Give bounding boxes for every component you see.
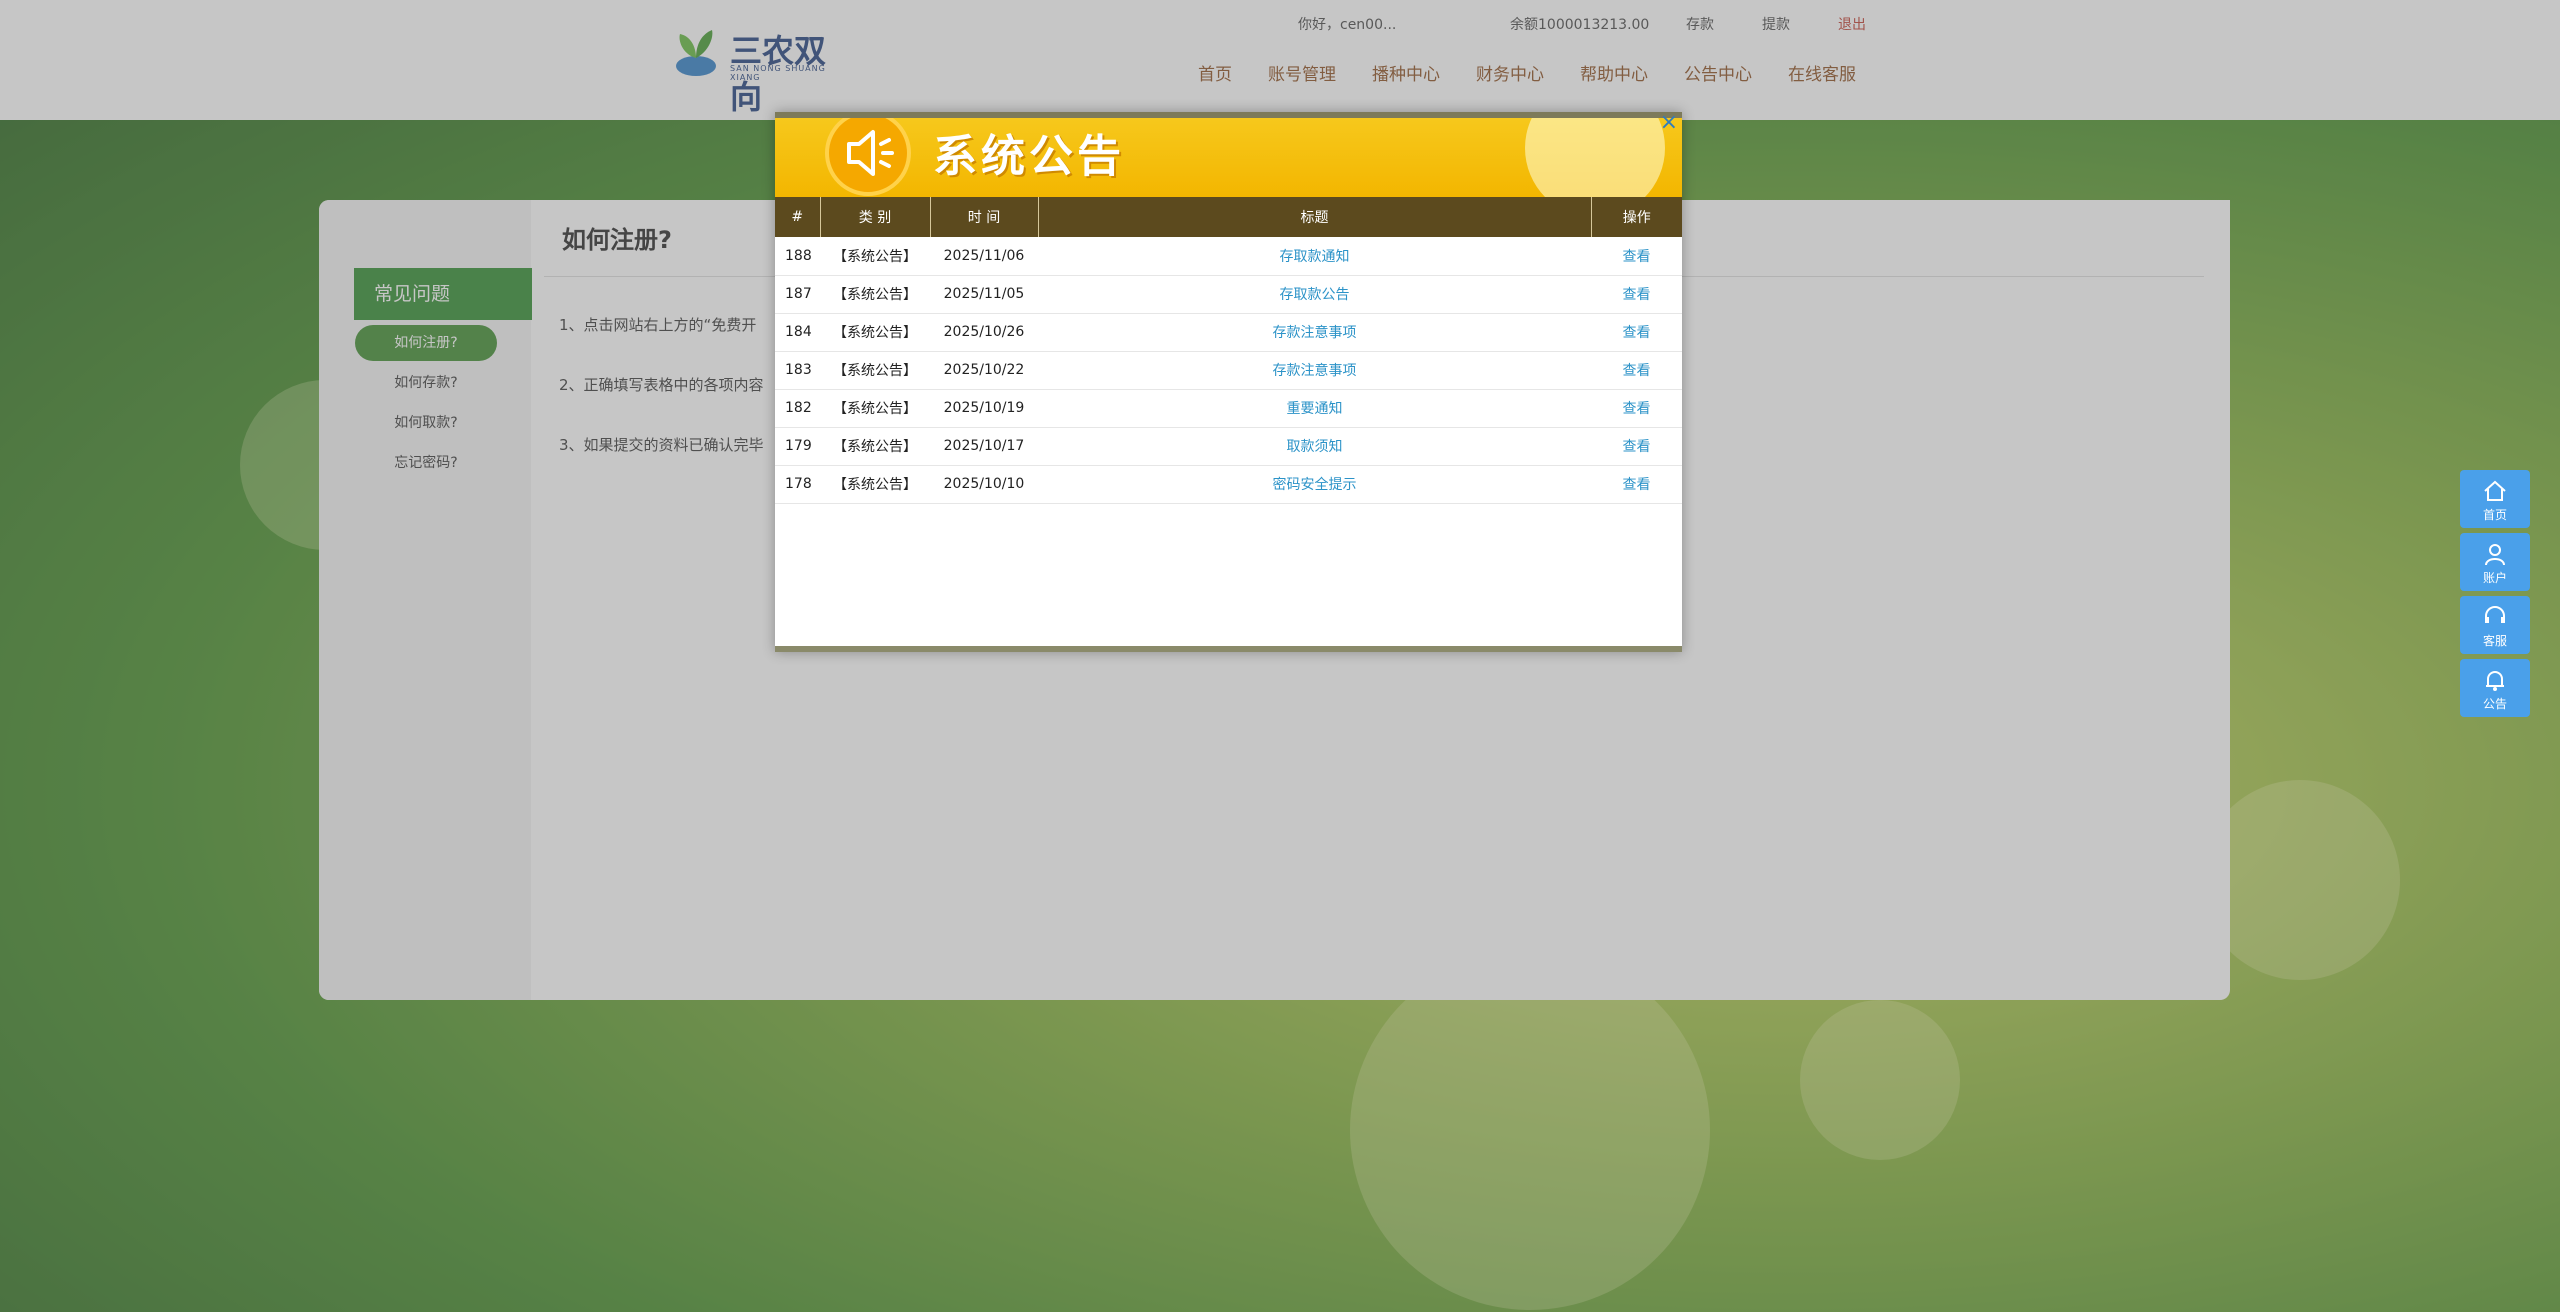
row-id: 184 <box>775 313 820 352</box>
row-title-link[interactable]: 存款注意事项 <box>1038 313 1591 352</box>
row-id: 178 <box>775 465 820 504</box>
float-home-button[interactable]: 首页 <box>2460 470 2530 528</box>
float-account-button[interactable]: 账户 <box>2460 533 2530 591</box>
row-type: 【系统公告】 <box>820 427 930 466</box>
table-row: 187 【系统公告】 2025/11/05 存取款公告 查看 <box>775 275 1682 314</box>
row-date: 2025/11/06 <box>930 237 1038 276</box>
row-type: 【系统公告】 <box>820 275 930 314</box>
float-home-label: 首页 <box>2482 508 2507 522</box>
row-date: 2025/10/19 <box>930 389 1038 428</box>
row-title-link[interactable]: 重要通知 <box>1038 389 1591 428</box>
table-row: 188 【系统公告】 2025/11/06 存取款通知 查看 <box>775 237 1682 276</box>
modal-bottom-bar <box>775 646 1682 652</box>
table-row: 183 【系统公告】 2025/10/22 存款注意事项 查看 <box>775 351 1682 390</box>
banner-decoration <box>1525 118 1665 197</box>
row-view-link[interactable]: 查看 <box>1591 389 1682 428</box>
table-header-row: # 类 别 时 间 标题 操作 <box>775 197 1682 237</box>
row-view-link[interactable]: 查看 <box>1591 313 1682 352</box>
float-support-label: 客服 <box>2482 634 2507 648</box>
headset-icon <box>2485 606 2505 623</box>
row-view-link[interactable]: 查看 <box>1591 275 1682 314</box>
row-id: 187 <box>775 275 820 314</box>
row-title-link[interactable]: 存取款通知 <box>1038 237 1591 276</box>
bell-icon <box>2486 671 2504 691</box>
close-button[interactable]: × <box>1660 110 1678 135</box>
row-id: 183 <box>775 351 820 390</box>
modal-title: 系统公告 <box>933 131 1125 182</box>
col-time: 时 间 <box>930 197 1039 237</box>
table-row: 184 【系统公告】 2025/10/26 存款注意事项 查看 <box>775 313 1682 352</box>
row-view-link[interactable]: 查看 <box>1591 427 1682 466</box>
float-account-label: 账户 <box>2482 571 2507 585</box>
col-op: 操作 <box>1591 197 1682 237</box>
row-view-link[interactable]: 查看 <box>1591 351 1682 390</box>
row-date: 2025/10/22 <box>930 351 1038 390</box>
row-title-link[interactable]: 存取款公告 <box>1038 275 1591 314</box>
row-id: 188 <box>775 237 820 276</box>
row-title-link[interactable]: 存款注意事项 <box>1038 351 1591 390</box>
row-view-link[interactable]: 查看 <box>1591 237 1682 276</box>
user-icon <box>2485 544 2505 566</box>
row-type: 【系统公告】 <box>820 351 930 390</box>
row-date: 2025/11/05 <box>930 275 1038 314</box>
speaker-icon <box>847 130 894 176</box>
row-date: 2025/10/26 <box>930 313 1038 352</box>
table-row: 178 【系统公告】 2025/10/10 密码安全提示 查看 <box>775 465 1682 504</box>
row-type: 【系统公告】 <box>820 237 930 276</box>
row-id: 182 <box>775 389 820 428</box>
col-id: # <box>775 197 821 237</box>
table-row: 179 【系统公告】 2025/10/17 取款须知 查看 <box>775 427 1682 466</box>
row-title-link[interactable]: 取款须知 <box>1038 427 1591 466</box>
row-id: 179 <box>775 427 820 466</box>
float-announce-label: 公告 <box>2482 697 2507 711</box>
announcement-modal: 系统公告 × # 类 别 时 间 标题 操作 188 【系统公告】 2025/1… <box>775 110 1682 652</box>
row-date: 2025/10/17 <box>930 427 1038 466</box>
home-icon <box>2484 480 2506 501</box>
float-announce-button[interactable]: 公告 <box>2460 659 2530 717</box>
float-support-button[interactable]: 客服 <box>2460 596 2530 654</box>
row-view-link[interactable]: 查看 <box>1591 465 1682 504</box>
row-date: 2025/10/10 <box>930 465 1038 504</box>
row-type: 【系统公告】 <box>820 389 930 428</box>
row-title-link[interactable]: 密码安全提示 <box>1038 465 1591 504</box>
row-type: 【系统公告】 <box>820 313 930 352</box>
col-type: 类 别 <box>820 197 931 237</box>
row-type: 【系统公告】 <box>820 465 930 504</box>
modal-banner: 系统公告 <box>775 112 1682 197</box>
speaker-badge <box>825 118 911 196</box>
announcement-table: # 类 别 时 间 标题 操作 188 【系统公告】 2025/11/06 存取… <box>775 197 1682 504</box>
table-row: 182 【系统公告】 2025/10/19 重要通知 查看 <box>775 389 1682 428</box>
col-title: 标题 <box>1038 197 1592 237</box>
